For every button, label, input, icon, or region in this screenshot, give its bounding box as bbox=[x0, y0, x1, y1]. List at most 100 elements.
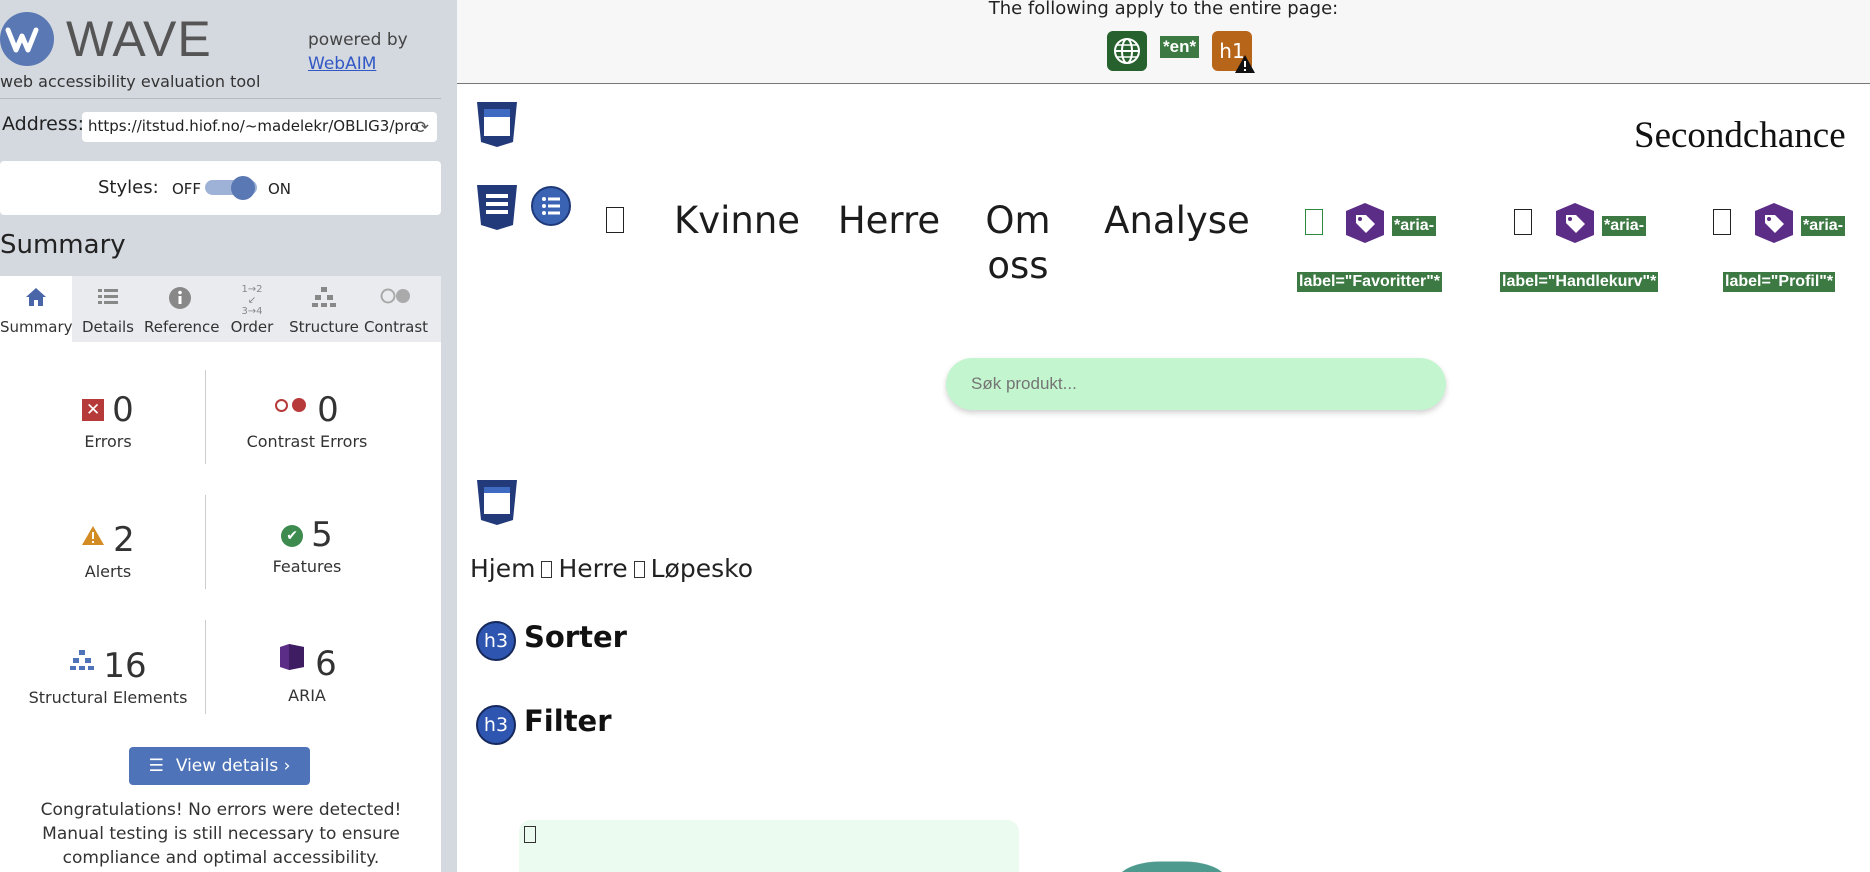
product-image bbox=[1111, 861, 1233, 872]
wave-sidebar: WAVE web accessibility evaluation tool p… bbox=[0, 0, 457, 872]
stat-errors[interactable]: ✕ 0 Errors bbox=[8, 390, 208, 451]
main-landmark-icon[interactable] bbox=[475, 478, 519, 530]
powered-by-text: powered by bbox=[308, 30, 408, 50]
aria-label-badge-handlekurv: label="Handlekurv"* bbox=[1500, 272, 1659, 292]
stat-structural[interactable]: 16 Structural Elements bbox=[8, 640, 208, 707]
tab-summary[interactable]: Summary bbox=[0, 276, 73, 342]
aria-label-badge-profil: label="Profil"* bbox=[1723, 272, 1836, 292]
heading-sorter[interactable]: Sorter bbox=[524, 620, 627, 654]
tab-reference[interactable]: Reference bbox=[144, 276, 220, 342]
structural-count: 16 bbox=[103, 646, 147, 686]
tab-details[interactable]: Details bbox=[72, 276, 144, 342]
view-details-button[interactable]: ☰ View details › bbox=[129, 747, 310, 785]
heading-filter[interactable]: Filter bbox=[524, 704, 612, 738]
nav-link-analyse[interactable]: Analyse bbox=[1097, 198, 1257, 243]
error-icon: ✕ bbox=[82, 399, 105, 421]
contrast-icon bbox=[360, 286, 432, 310]
styles-toggle[interactable] bbox=[205, 176, 257, 200]
navigation-landmark-icon[interactable] bbox=[475, 183, 519, 235]
sidebar-scrollbar[interactable] bbox=[441, 0, 457, 872]
tab-contrast[interactable]: Contrast bbox=[360, 276, 432, 342]
menu-placeholder-icon[interactable] bbox=[606, 207, 624, 233]
panel-tabs: Summary Details Reference 1→2 ↙ 3→4 Order … bbox=[0, 276, 441, 342]
summary-panel: ✕ 0 Errors 0 Contrast Errors 2 Alerts ✔ 5 … bbox=[0, 342, 441, 872]
stat-aria[interactable]: 6 ARIA bbox=[207, 640, 407, 705]
breadcrumb-item[interactable]: Hjem bbox=[470, 554, 535, 583]
address-value: https://itstud.hiof.no/~madelekr/OBLIG3/… bbox=[88, 117, 419, 135]
home-icon bbox=[0, 286, 72, 313]
alerts-label: Alerts bbox=[84, 562, 132, 581]
wave-logo-icon bbox=[0, 12, 54, 66]
errors-label: Errors bbox=[84, 432, 132, 451]
aria-label: ARIA bbox=[288, 686, 326, 705]
placeholder-icon bbox=[524, 826, 536, 843]
breadcrumb: Hjem Herre Løpesko bbox=[470, 554, 753, 583]
breadcrumb-separator-icon bbox=[541, 561, 553, 578]
stat-contrast-errors[interactable]: 0 Contrast Errors bbox=[207, 390, 407, 451]
cart-placeholder-icon[interactable] bbox=[1514, 209, 1532, 235]
styles-on-label: ON bbox=[268, 180, 292, 198]
tab-order[interactable]: 1→2 ↙ 3→4 Order bbox=[216, 276, 288, 342]
errors-count: 0 bbox=[112, 390, 134, 430]
address-label: Address: bbox=[2, 113, 85, 135]
breadcrumb-item: Løpesko bbox=[650, 554, 754, 583]
tab-label: Structure bbox=[289, 318, 359, 336]
favorites-placeholder-icon[interactable] bbox=[1305, 209, 1323, 235]
features-count: 5 bbox=[311, 515, 333, 555]
aria-tag-icon[interactable] bbox=[1344, 202, 1386, 244]
wave-tagline: web accessibility evaluation tool bbox=[0, 72, 261, 91]
evaluated-page: The following apply to the entire page: … bbox=[457, 0, 1870, 872]
list-icon[interactable] bbox=[531, 186, 571, 226]
breadcrumb-separator-icon bbox=[633, 561, 645, 578]
contrast-errors-count: 0 bbox=[317, 390, 339, 430]
info-icon bbox=[144, 286, 216, 315]
stat-features[interactable]: ✔ 5 Features bbox=[207, 515, 407, 576]
structure-icon bbox=[288, 286, 360, 313]
contrast-errors-label: Contrast Errors bbox=[246, 432, 368, 451]
profile-placeholder-icon[interactable] bbox=[1713, 209, 1731, 235]
nav-link-herre[interactable]: Herre bbox=[829, 198, 949, 243]
h3-heading-icon[interactable]: h3 bbox=[476, 621, 516, 661]
h3-heading-icon[interactable]: h3 bbox=[476, 705, 516, 745]
alert-icon bbox=[81, 515, 105, 555]
tab-structure[interactable]: Structure bbox=[288, 276, 360, 342]
header-landmark-icon[interactable] bbox=[475, 100, 519, 152]
language-badge[interactable]: *en* bbox=[1160, 36, 1200, 58]
warning-icon bbox=[1234, 54, 1256, 78]
feature-check-icon: ✔ bbox=[281, 525, 304, 547]
nav-link-om-oss[interactable]: Om oss bbox=[973, 198, 1063, 288]
refresh-icon[interactable]: ⟳ bbox=[415, 118, 429, 138]
order-icon: 1→2 ↙ 3→4 bbox=[241, 284, 263, 317]
structure-icon bbox=[69, 640, 95, 680]
list-icon bbox=[72, 286, 144, 313]
product-search-input[interactable] bbox=[946, 358, 1446, 410]
tab-label: Reference bbox=[144, 318, 220, 336]
nav-link-kvinne[interactable]: Kvinne bbox=[667, 198, 807, 243]
breadcrumb-item[interactable]: Herre bbox=[558, 554, 627, 583]
product-card[interactable] bbox=[519, 820, 1019, 872]
sidebar-divider bbox=[0, 98, 441, 99]
page-level-banner: The following apply to the entire page: … bbox=[457, 0, 1870, 84]
aria-label-badge-favoritter: label="Favoritter"* bbox=[1297, 272, 1442, 292]
webaim-link[interactable]: WebAIM bbox=[308, 54, 376, 74]
list-icon: ☰ bbox=[148, 756, 164, 776]
section-title: Summary bbox=[0, 230, 126, 260]
site-brand[interactable]: Secondchance bbox=[1634, 114, 1846, 157]
toggle-knob bbox=[231, 176, 255, 200]
aria-count: 6 bbox=[315, 644, 337, 684]
congrats-message: Congratulations! No errors were detected… bbox=[40, 800, 402, 868]
address-input[interactable]: https://itstud.hiof.no/~madelekr/OBLIG3/… bbox=[82, 112, 437, 142]
tab-label: Contrast bbox=[363, 318, 429, 336]
aria-tag-icon[interactable] bbox=[1753, 202, 1795, 244]
stat-alerts[interactable]: 2 Alerts bbox=[8, 515, 208, 581]
contrast-error-icon bbox=[275, 398, 309, 413]
alerts-count: 2 bbox=[113, 520, 135, 560]
aria-label-badge-top: *aria- bbox=[1392, 216, 1437, 236]
tab-label: Summary bbox=[0, 318, 73, 336]
aria-tag-icon[interactable] bbox=[1554, 202, 1596, 244]
tab-label: Order bbox=[230, 318, 274, 336]
styles-toggle-card: Styles: OFF ON bbox=[0, 161, 441, 215]
banner-text: The following apply to the entire page: bbox=[988, 0, 1339, 19]
language-globe-icon[interactable] bbox=[1107, 31, 1147, 71]
styles-off-label: OFF bbox=[172, 180, 202, 198]
